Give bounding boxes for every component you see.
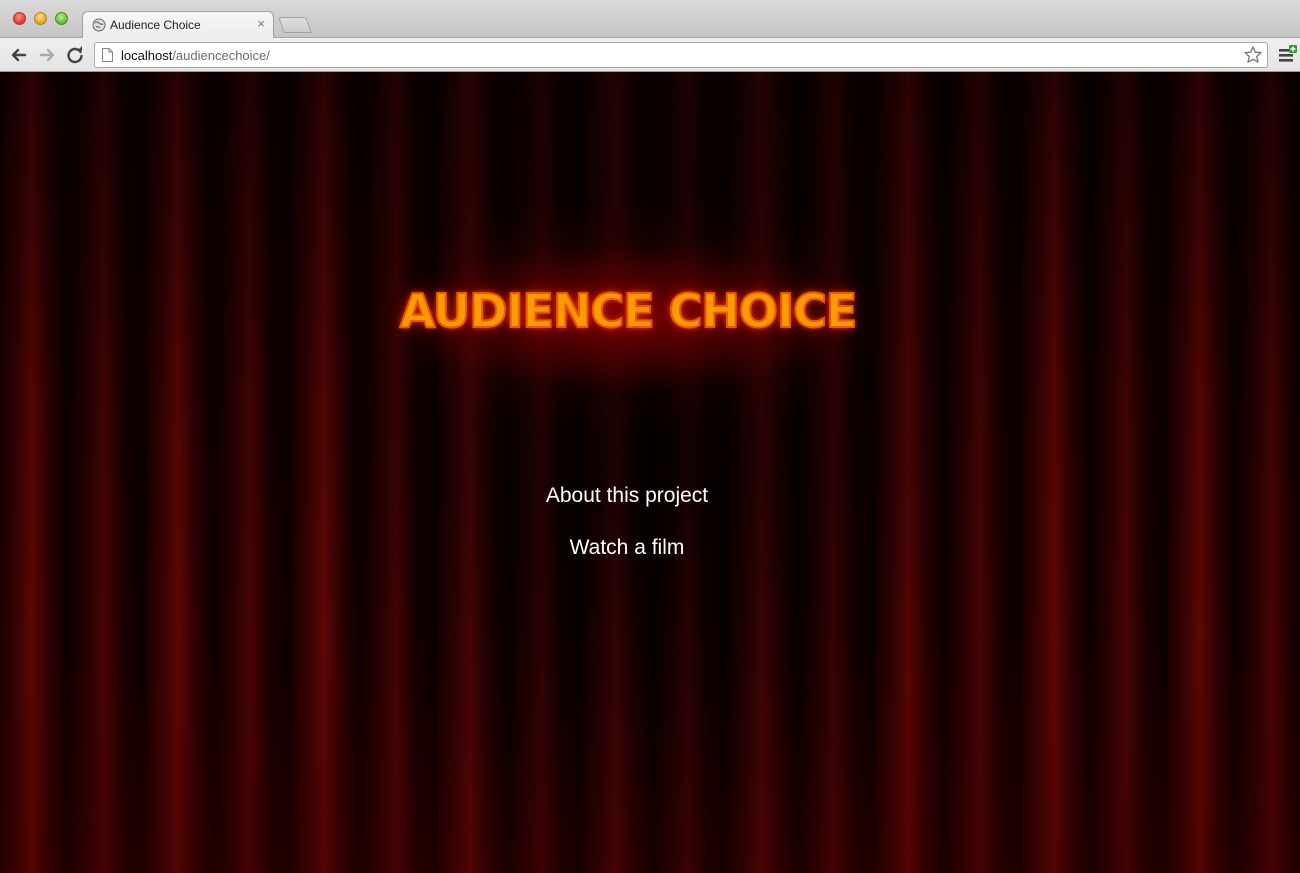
browser-toolbar: localhost/audiencechoice/ [0, 38, 1300, 72]
back-arrow-icon[interactable] [8, 44, 30, 66]
window-minimize-button[interactable] [34, 12, 47, 25]
watch-film-link[interactable]: Watch a film [0, 536, 1254, 560]
tab-close-icon[interactable]: × [257, 16, 265, 32]
window-close-button[interactable] [13, 12, 26, 25]
url-path: /audiencechoice/ [172, 48, 270, 63]
forward-arrow-icon[interactable] [36, 44, 58, 66]
curtain-shadow [330, 72, 970, 873]
tab-title: Audience Choice [110, 18, 201, 32]
address-bar[interactable]: localhost/audiencechoice/ [94, 42, 1268, 68]
new-tab-button[interactable] [278, 17, 312, 33]
tab-strip: Audience Choice × [0, 0, 1300, 39]
main-nav: About this project Watch a film [0, 484, 1254, 588]
browser-tab[interactable]: Audience Choice × [82, 11, 274, 39]
about-project-link[interactable]: About this project [0, 484, 1254, 508]
browser-window: Audience Choice × localhost/audiencechoi… [0, 0, 1300, 873]
wrench-menu-icon[interactable] [1276, 44, 1298, 66]
window-zoom-button[interactable] [55, 12, 68, 25]
page-viewport: AUDIENCE CHOICE About this project Watch… [0, 72, 1300, 873]
site-title: AUDIENCE CHOICE [399, 283, 859, 339]
url-host: localhost [121, 48, 173, 63]
globe-icon [92, 18, 106, 32]
page-icon [102, 48, 113, 62]
url-text[interactable]: localhost/audiencechoice/ [121, 48, 270, 63]
reload-icon[interactable] [64, 44, 86, 66]
star-icon[interactable] [1243, 45, 1263, 65]
